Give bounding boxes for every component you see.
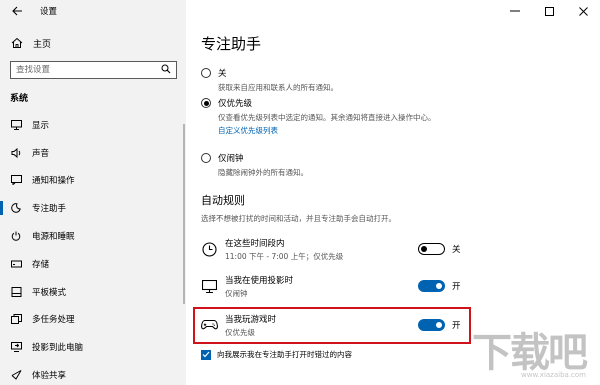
home-nav-item[interactable]: 主页 (10, 36, 51, 50)
search-icon[interactable] (161, 64, 171, 77)
sidebar-scrollbar[interactable] (183, 124, 185, 304)
minimize-icon[interactable] (498, 0, 532, 22)
rule-during-times: 在这些时间段内 11:00 下午 - 7:00 上午；仅优先级 关 (200, 233, 462, 265)
option-off[interactable]: 关 获取来自应用和联系人的所有通知。 (201, 67, 473, 93)
monitor-icon (10, 119, 22, 131)
sidebar-item-label: 声音 (32, 148, 50, 159)
sidebar: 设置 主页 系统 显示 声音 通知和操作 专注助手 (0, 0, 186, 385)
maximize-icon[interactable] (532, 0, 566, 22)
option-label: 仅优先级 (218, 99, 253, 109)
clock-icon (200, 240, 218, 258)
toggle-state: 关 (452, 245, 461, 255)
option-alarms-only[interactable]: 仅闹钟 隐藏除闹钟外的所有通知。 (201, 152, 473, 178)
checkbox-checked[interactable] (201, 349, 211, 360)
radio-off[interactable] (201, 68, 211, 78)
sidebar-item-storage[interactable]: 存储 (0, 250, 186, 278)
toggle-state: 开 (452, 282, 461, 292)
auto-rules-heading: 自动规则 (201, 194, 245, 207)
option-desc: 隐藏除闹钟外的所有通知。 (218, 168, 308, 177)
checkbox-label: 向我展示我在专注助手打开时错过的内容 (217, 350, 352, 359)
rule-name[interactable]: 当我在使用投影时 (225, 274, 418, 286)
search-input[interactable] (16, 65, 146, 75)
sidebar-item-label: 显示 (32, 120, 50, 131)
power-icon (10, 230, 22, 242)
sidebar-item-label: 通知和操作 (32, 176, 75, 187)
toggle-during-times[interactable] (418, 243, 445, 255)
missed-notifications-checkbox-row[interactable]: 向我展示我在专注助手打开时错过的内容 (201, 349, 352, 360)
close-icon[interactable] (566, 0, 600, 22)
watermark-logo: 下载吧 (472, 330, 588, 376)
customize-priority-link[interactable]: 自定义优先级列表 (218, 125, 473, 136)
multitask-icon (10, 313, 22, 325)
moon-icon (10, 202, 22, 214)
rule-duplicating-display: 当我在使用投影时 仅闹钟 开 (200, 270, 462, 302)
window-controls (498, 0, 600, 22)
share-icon (10, 369, 22, 381)
watermark: 下载吧 www.xiazaiba.com (472, 330, 588, 379)
sidebar-item-label: 存储 (32, 259, 50, 270)
app-title: 设置 (40, 7, 58, 17)
option-label: 仅闹钟 (218, 154, 244, 164)
sidebar-item-display[interactable]: 显示 (0, 111, 186, 139)
rule-sub: 11:00 下午 - 7:00 上午；仅优先级 (225, 251, 344, 261)
sidebar-item-focus-assist[interactable]: 专注助手 (0, 194, 186, 222)
option-priority-only[interactable]: 仅优先级 仅查看优先级列表中选定的通知。其余通知将直接进入操作中心。 自定义优先… (201, 97, 473, 136)
storage-icon (10, 258, 22, 270)
section-heading: 系统 (10, 94, 29, 104)
rule-sub: 仅闹钟 (225, 288, 248, 298)
title-bar: 设置 (0, 0, 186, 22)
sidebar-item-label: 投影到此电脑 (32, 343, 84, 354)
radio-priority-only[interactable] (201, 98, 211, 108)
search-box[interactable] (10, 61, 177, 79)
option-desc: 仅查看优先级列表中选定的通知。其余通知将直接进入操作中心。 (218, 113, 436, 122)
option-label: 关 (218, 69, 227, 79)
sidebar-item-label: 平板模式 (32, 287, 67, 298)
sidebar-item-label: 电源和睡眠 (32, 232, 75, 243)
nav-list: 显示 声音 通知和操作 专注助手 电源和睡眠 存储 平板模式 多任务处理 投影到… (0, 111, 186, 385)
sidebar-item-label: 多任务处理 (32, 315, 75, 326)
sidebar-item-sound[interactable]: 声音 (0, 139, 186, 167)
project-icon (10, 341, 22, 353)
watermark-url: www.xiazaiba.com (521, 371, 586, 379)
sidebar-item-label: 体验共享 (32, 371, 67, 382)
home-icon (10, 36, 24, 50)
radio-alarms-only[interactable] (201, 153, 211, 163)
option-desc: 获取来自应用和联系人的所有通知。 (218, 83, 338, 92)
auto-rules-desc: 选择不想被打扰的时间和活动，并且专注助手会自动打开。 (201, 214, 396, 223)
notification-icon (10, 174, 22, 186)
page-title: 专注助手 (201, 35, 262, 53)
speaker-icon (10, 147, 22, 159)
sidebar-item-notifications[interactable]: 通知和操作 (0, 167, 186, 195)
sidebar-item-multitasking[interactable]: 多任务处理 (0, 306, 186, 334)
sidebar-item-label: 专注助手 (32, 204, 67, 215)
sidebar-item-shared-experiences[interactable]: 体验共享 (0, 361, 186, 385)
projector-monitor-icon (200, 277, 218, 295)
back-arrow-icon[interactable] (10, 4, 24, 18)
sidebar-item-tablet-mode[interactable]: 平板模式 (0, 278, 186, 306)
sidebar-item-power[interactable]: 电源和睡眠 (0, 222, 186, 250)
sidebar-item-project-to-pc[interactable]: 投影到此电脑 (0, 333, 186, 361)
toggle-duplicating-display[interactable] (418, 280, 445, 292)
tablet-icon (10, 286, 22, 298)
home-label: 主页 (33, 39, 52, 50)
rule-name[interactable]: 在这些时间段内 (225, 237, 418, 249)
annotation-highlight-box (193, 307, 471, 344)
